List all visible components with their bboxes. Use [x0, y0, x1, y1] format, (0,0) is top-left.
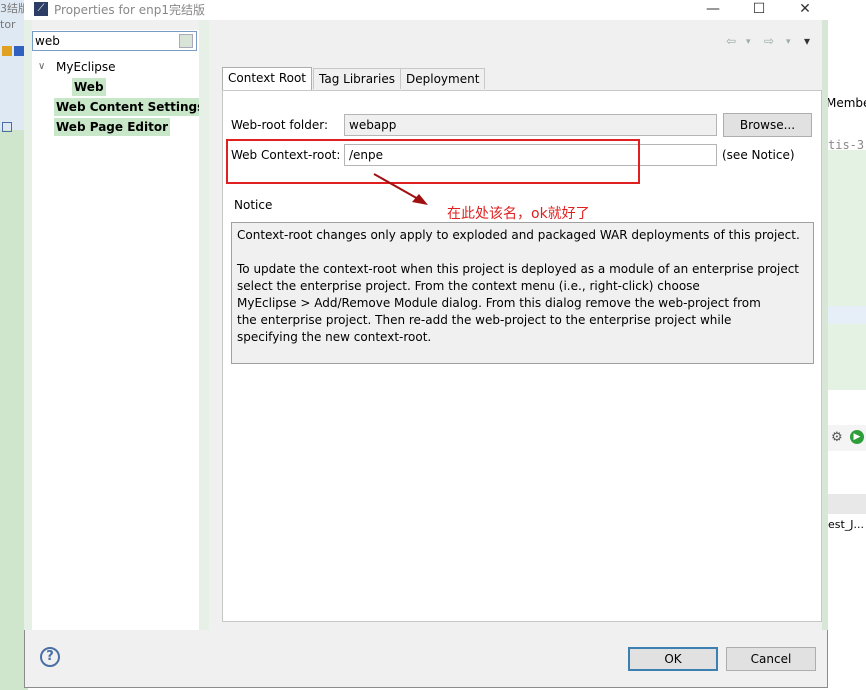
tree-item-web-content-settings[interactable]: Web Content Settings: [54, 98, 207, 116]
web-root-field: webapp: [344, 114, 717, 136]
tree-item-web[interactable]: Web: [72, 78, 106, 96]
dialog-right-edge: [822, 20, 828, 630]
run-icon[interactable]: ▶: [850, 430, 864, 444]
browse-button[interactable]: Browse...: [723, 113, 812, 137]
clear-filter-icon[interactable]: [179, 34, 193, 48]
workbench-icon: [14, 46, 24, 56]
annotation-arrow: [373, 173, 428, 205]
workbench-icon: [2, 46, 12, 56]
workbench-editor-area: [828, 150, 866, 390]
workbench-right-panel: [828, 60, 866, 120]
ok-button[interactable]: OK: [628, 647, 718, 671]
back-menu-icon[interactable]: ▾: [746, 37, 751, 47]
workbench-selected-line: [828, 306, 866, 324]
maximize-button[interactable]: ☐: [736, 0, 782, 20]
forward-icon[interactable]: ⇨: [764, 34, 774, 48]
minimize-button[interactable]: —: [690, 0, 736, 20]
tab-tag-libraries[interactable]: Tag Libraries: [313, 68, 401, 89]
help-icon[interactable]: ?: [40, 647, 60, 667]
view-menu-icon[interactable]: ▾: [804, 34, 810, 48]
tree-item-myeclipse[interactable]: MyEclipse: [56, 58, 116, 76]
back-icon[interactable]: ⇦: [726, 34, 736, 48]
workbench-members-tab[interactable]: Membe: [826, 96, 866, 110]
pane-sash[interactable]: [199, 20, 209, 630]
notice-text: Context-root changes only apply to explo…: [231, 222, 814, 364]
nav-pane-margin: [24, 20, 32, 630]
workbench-table-header: [828, 494, 866, 514]
tab-deployment[interactable]: Deployment: [400, 68, 486, 89]
notice-heading: Notice: [234, 198, 273, 212]
close-button[interactable]: ✕: [782, 0, 828, 20]
see-notice-label: (see Notice): [722, 148, 795, 162]
web-root-label: Web-root folder:: [231, 118, 329, 132]
cancel-button[interactable]: Cancel: [726, 647, 816, 671]
annotation-text: 在此处该名，ok就好了: [447, 206, 590, 222]
workbench-list-item[interactable]: est_J...: [828, 518, 864, 531]
tab-context-root[interactable]: Context Root: [222, 67, 313, 90]
filter-input[interactable]: web: [32, 31, 197, 51]
collapse-icon[interactable]: [2, 122, 12, 132]
window-title: Properties for enp1完结版: [54, 3, 206, 17]
forward-menu-icon[interactable]: ▾: [786, 37, 791, 47]
tree-item-web-page-editor[interactable]: Web Page Editor: [54, 118, 170, 136]
debug-icon[interactable]: ⚙: [831, 430, 843, 445]
workbench-fragment-2: tor: [0, 18, 16, 31]
expand-chevron-icon[interactable]: ∨: [38, 58, 45, 76]
eclipse-app-icon: ⟋: [34, 2, 48, 16]
